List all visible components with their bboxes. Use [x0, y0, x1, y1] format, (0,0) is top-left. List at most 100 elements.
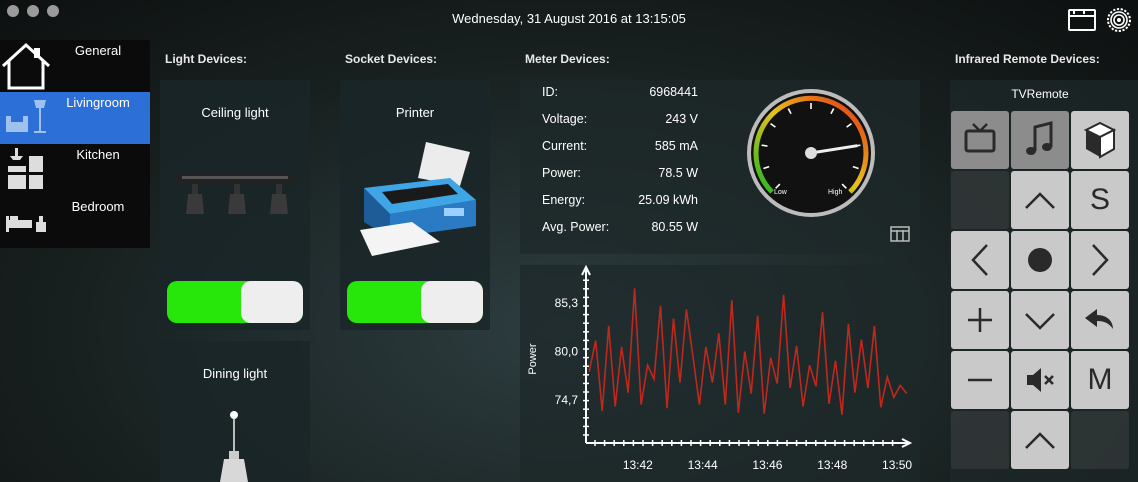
pendant-light-icon [220, 411, 248, 482]
music-icon [1026, 121, 1053, 155]
remote-button-up[interactable] [1011, 171, 1069, 229]
kitchen-icon [8, 148, 43, 189]
meter-value: 585 mA [654, 139, 698, 153]
remote-devices-heading: Infrared Remote Devices: [955, 52, 1100, 66]
gauge-high-label: High [828, 189, 843, 196]
settings-icon[interactable] [1106, 7, 1132, 33]
sidebar-item-label: Livingroom [66, 95, 130, 110]
remote-button-label: S [1089, 183, 1110, 216]
dining-light-card: Dining light [160, 341, 310, 482]
remote-button-music[interactable] [1011, 111, 1069, 169]
left-icon [971, 244, 988, 276]
remote-title: TVRemote [1011, 87, 1069, 101]
meter-panel: ID: 6968441 Voltage: 243 V Current: 585 … [520, 80, 920, 254]
up-icon [1025, 192, 1055, 209]
livingroom-icon [6, 100, 46, 133]
meter-key: Power: [542, 166, 581, 180]
device-label: Printer [395, 105, 435, 120]
meter-row-id: ID: 6968441 [542, 85, 698, 105]
remote-empty-slot [951, 171, 1009, 229]
window-icon[interactable] [1068, 9, 1096, 31]
x-tick-label: 13:42 [623, 458, 653, 472]
sidebar-item-label: General [74, 43, 122, 58]
remote-button-back[interactable] [1071, 291, 1129, 349]
meter-value: 6968441 [649, 85, 698, 99]
x-tick-label: 13:44 [688, 458, 718, 472]
switch-knob [421, 281, 483, 323]
meter-devices-heading: Meter Devices: [525, 52, 610, 66]
datetime-display: Wednesday, 31 August 2016 at 13:15:05 [452, 11, 686, 26]
device-label: Ceiling light [201, 105, 269, 120]
ceiling-light-icon [176, 174, 294, 214]
remote-button-minus[interactable] [951, 351, 1009, 409]
meter-row-voltage: Voltage: 243 V [542, 112, 698, 132]
switch-knob [241, 281, 303, 323]
meter-row-energy: Energy: 25.09 kWh [542, 193, 698, 213]
sidebar-item-kitchen[interactable]: Kitchen [0, 144, 150, 196]
sidebar-item-livingroom[interactable]: Livingroom [0, 92, 150, 144]
remote-button-right[interactable] [1071, 231, 1129, 289]
meter-value: 78.5 W [658, 166, 698, 180]
remote-empty-slot [951, 411, 1009, 469]
remote-button-box[interactable] [1071, 111, 1129, 169]
meter-key: Energy: [542, 193, 586, 207]
box-icon [1083, 121, 1117, 159]
remote-button-ok[interactable] [1011, 231, 1069, 289]
y-tick-label: 80,0 [555, 345, 579, 359]
meter-row-avg-power: Avg. Power: 80.55 W [542, 220, 698, 240]
socket-devices-heading: Socket Devices: [345, 52, 438, 66]
meter-key: Avg. Power: [542, 220, 610, 234]
remote-button-label: M [1087, 363, 1113, 396]
device-label: Dining light [202, 366, 268, 381]
power-series-line [588, 288, 908, 415]
remote-button-tv[interactable] [951, 111, 1009, 169]
printer-icon [360, 142, 476, 256]
x-tick-label: 13:50 [882, 458, 912, 472]
meter-key: Current: [542, 139, 588, 153]
bedroom-icon [6, 216, 46, 232]
remote-button-mute[interactable] [1011, 351, 1069, 409]
minus-icon [968, 378, 992, 382]
title-bar: Wednesday, 31 August 2016 at 13:15:05 [0, 0, 1138, 40]
ceiling-light-switch[interactable] [167, 281, 303, 323]
sidebar-item-label: Kitchen [76, 147, 120, 162]
remote-button-down[interactable] [1011, 291, 1069, 349]
printer-socket-switch[interactable] [347, 281, 483, 323]
y-tick-label: 74,7 [555, 393, 579, 407]
ceiling-light-card: Ceiling light [160, 80, 310, 330]
meter-key: Voltage: [542, 112, 588, 126]
remote-button-m[interactable]: M [1071, 351, 1129, 409]
power-gauge: Low High [747, 89, 875, 217]
right-icon [1092, 244, 1109, 276]
light-devices-heading: Light Devices: [165, 52, 248, 66]
tv-icon [964, 123, 996, 153]
meter-value: 243 V [665, 112, 698, 126]
ok-icon [1028, 248, 1052, 272]
power-chart: Power 74,7 80,0 85,3 13:42 13:44 13:46 13:48 13… [527, 264, 912, 472]
room-sidebar: General Livingroom Kitchen Bedroom [0, 40, 150, 248]
meter-key: ID: [542, 85, 558, 99]
meter-value: 80.55 W [651, 220, 698, 234]
gauge-low-label: Low [774, 189, 788, 196]
meter-value: 25.09 kWh [638, 193, 698, 207]
remote-button-left[interactable] [951, 231, 1009, 289]
down-icon [1025, 313, 1055, 330]
meter-row-current: Current: 585 mA [542, 139, 698, 159]
y-tick-label: 85,3 [555, 296, 579, 310]
remote-button-up[interactable] [1011, 411, 1069, 469]
sidebar-item-bedroom[interactable]: Bedroom [0, 196, 150, 248]
sidebar-item-label: Bedroom [71, 199, 125, 214]
remote-button-plus[interactable] [951, 291, 1009, 349]
sidebar-item-general[interactable]: General [0, 40, 150, 92]
plus-icon [968, 308, 992, 332]
home-icon [1, 42, 51, 90]
back-icon [1085, 309, 1113, 329]
x-tick-label: 13:46 [752, 458, 782, 472]
meter-row-power: Power: 78.5 W [542, 166, 698, 186]
remote-empty-slot [1071, 411, 1129, 469]
printer-card: Printer [340, 80, 490, 330]
columns-icon[interactable] [890, 226, 910, 242]
remote-button-s[interactable]: S [1071, 171, 1129, 229]
mute-icon [1027, 368, 1054, 392]
chart-y-label: Power [527, 343, 539, 375]
